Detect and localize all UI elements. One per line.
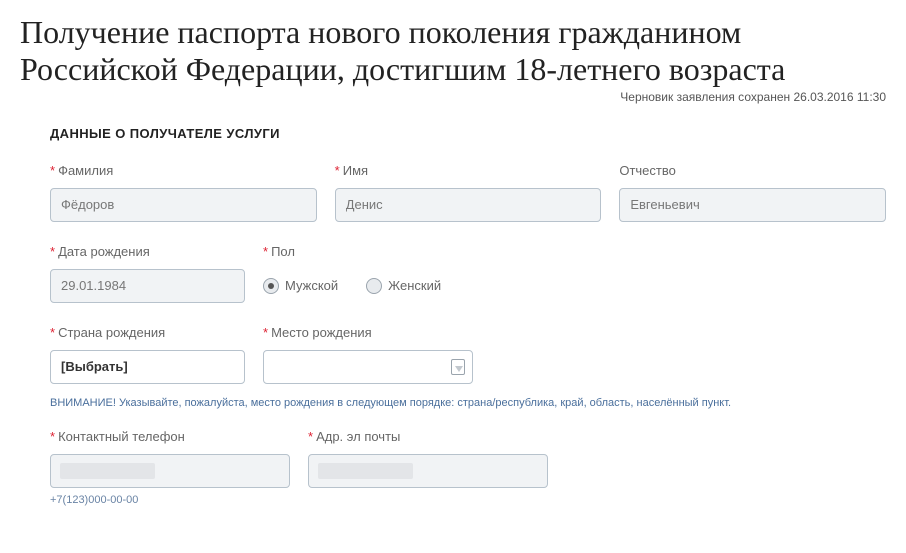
row-name: *Фамилия *Имя Отчество — [50, 163, 886, 222]
radio-male[interactable]: Мужской — [263, 278, 338, 294]
field-phone: *Контактный телефон +7(123)000-00-00 — [50, 429, 290, 506]
label-name: *Имя — [335, 163, 602, 178]
field-name: *Имя — [335, 163, 602, 222]
select-birth-country[interactable]: [Выбрать] — [50, 350, 245, 384]
field-birth-place: *Место рождения — [263, 325, 473, 384]
form-body: ДАННЫЕ О ПОЛУЧАТЕЛЕ УСЛУГИ *Фамилия *Имя… — [20, 126, 886, 506]
label-email: *Адр. эл почты — [308, 429, 548, 444]
input-surname[interactable] — [50, 188, 317, 222]
row-dob-gender: *Дата рождения *Пол Мужской Женский — [50, 244, 886, 303]
input-birth-place[interactable] — [263, 350, 473, 384]
row-contacts: *Контактный телефон +7(123)000-00-00 *Ад… — [50, 429, 886, 506]
field-birth-country: *Страна рождения [Выбрать] — [50, 325, 245, 384]
row-birth: *Страна рождения [Выбрать] *Место рожден… — [50, 325, 886, 384]
label-birth-place: *Место рождения — [263, 325, 473, 340]
input-name[interactable] — [335, 188, 602, 222]
label-dob: *Дата рождения — [50, 244, 245, 259]
field-patronymic: Отчество — [619, 163, 886, 222]
radio-male-icon — [263, 278, 279, 294]
field-gender: *Пол Мужской Женский — [263, 244, 886, 303]
field-surname: *Фамилия — [50, 163, 317, 222]
input-email[interactable] — [308, 454, 548, 488]
phone-format-hint: +7(123)000-00-00 — [50, 494, 290, 506]
label-gender: *Пол — [263, 244, 886, 259]
label-phone: *Контактный телефон — [50, 429, 290, 444]
label-patronymic: Отчество — [619, 163, 886, 178]
label-surname: *Фамилия — [50, 163, 317, 178]
input-patronymic[interactable] — [619, 188, 886, 222]
field-email: *Адр. эл почты — [308, 429, 548, 506]
radio-female[interactable]: Женский — [366, 278, 441, 294]
radio-female-icon — [366, 278, 382, 294]
input-dob[interactable] — [50, 269, 245, 303]
keyboard-icon[interactable] — [451, 359, 465, 375]
field-dob: *Дата рождения — [50, 244, 245, 303]
section-title: ДАННЫЕ О ПОЛУЧАТЕЛЕ УСЛУГИ — [50, 126, 886, 141]
gender-radio-group: Мужской Женский — [263, 269, 886, 303]
draft-status: Черновик заявления сохранен 26.03.2016 1… — [20, 90, 886, 104]
page-title: Получение паспорта нового поколения граж… — [20, 14, 886, 88]
birthplace-note: ВНИМАНИЕ! Указывайте, пожалуйста, место … — [50, 396, 886, 411]
input-phone[interactable] — [50, 454, 290, 488]
label-birth-country: *Страна рождения — [50, 325, 245, 340]
